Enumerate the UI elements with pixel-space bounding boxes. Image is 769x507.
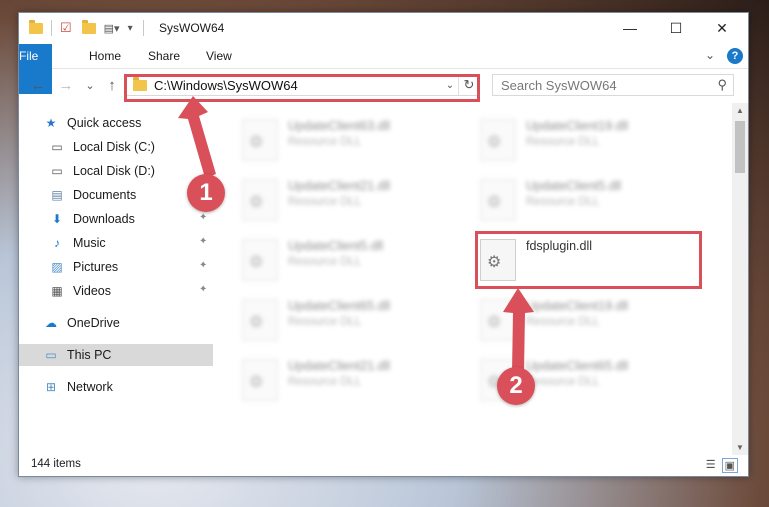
step-2-badge: 2 (497, 367, 535, 405)
arrow-2 (503, 288, 534, 372)
step-1-badge: 1 (187, 174, 225, 212)
arrow-1 (178, 96, 216, 178)
callout-arrows (178, 96, 534, 372)
